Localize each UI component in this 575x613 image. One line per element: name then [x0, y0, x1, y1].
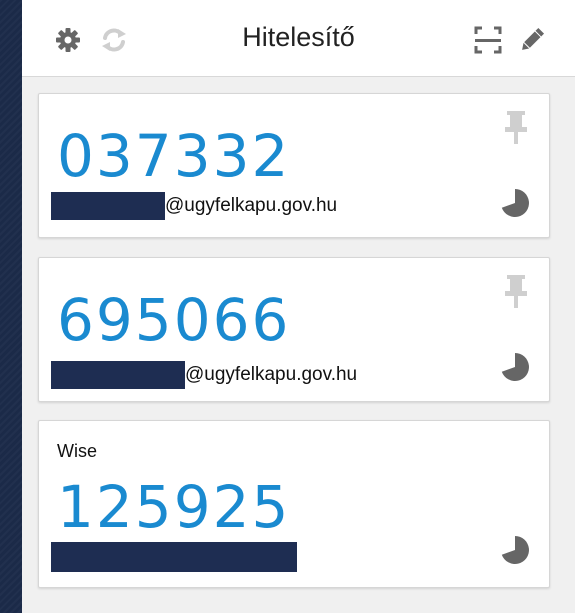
account-card[interactable]: 037332 @ugyfelkapu.gov.hu	[38, 93, 550, 238]
account-suffix: @ugyfelkapu.gov.hu	[165, 195, 338, 216]
account-card[interactable]: Wise 125925	[38, 420, 550, 588]
pin-icon[interactable]	[501, 274, 531, 310]
redacted-block	[51, 361, 185, 389]
account-label: @ugyfelkapu.gov.hu	[51, 361, 357, 389]
issuer-label: Wise	[57, 441, 97, 461]
account-suffix: @ugyfelkapu.gov.hu	[185, 364, 358, 385]
account-card[interactable]: 695066 @ugyfelkapu.gov.hu	[38, 257, 550, 402]
pin-icon[interactable]	[501, 110, 531, 146]
otp-code[interactable]: 125925	[57, 473, 290, 541]
countdown-timer-icon	[499, 187, 531, 219]
otp-code[interactable]: 037332	[57, 122, 290, 190]
redacted-block	[51, 542, 297, 572]
pencil-icon[interactable]	[516, 24, 548, 56]
countdown-timer-icon	[499, 534, 531, 566]
account-label: @ugyfelkapu.gov.hu	[51, 192, 337, 220]
qr-scan-icon[interactable]	[472, 24, 504, 56]
redacted-block	[51, 192, 165, 220]
authenticator-popup: Hitelesítő 037332 @ugyfelkapu.gov.hu 695…	[22, 0, 575, 613]
otp-code[interactable]: 695066	[57, 286, 290, 354]
countdown-timer-icon	[499, 351, 531, 383]
header-bar: Hitelesítő	[22, 0, 575, 77]
